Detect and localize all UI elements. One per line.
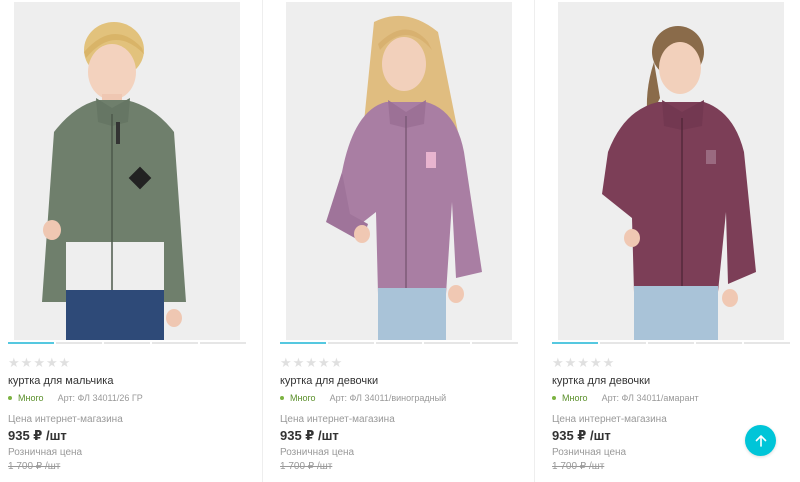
retail-price: 1 700 ₽ /шт [8, 461, 61, 472]
retail-price: 1 700 ₽ /шт [552, 461, 605, 472]
stock-row: Много Арт: ФЛ 34011/амарант [552, 393, 699, 403]
article-number: Арт: ФЛ 34011/26 ГР [57, 393, 143, 403]
card-divider [534, 0, 535, 482]
product-card[interactable]: ★ ★ ★ ★ ★ куртка для мальчика Много Арт:… [0, 0, 262, 482]
retail-price-label: Розничная цена [552, 447, 627, 458]
arrow-up-icon [755, 434, 766, 447]
star-icon[interactable]: ★ [293, 356, 305, 370]
star-icon[interactable]: ★ [21, 356, 33, 370]
price: 935 ₽ /шт [280, 428, 339, 443]
stock-dot-icon [8, 396, 12, 400]
product-title[interactable]: куртка для девочки [280, 375, 378, 387]
image-slider-indicator[interactable] [552, 342, 790, 344]
boy-photo [14, 2, 240, 340]
star-icon[interactable]: ★ [565, 356, 577, 370]
price: 935 ₽ /шт [8, 428, 67, 443]
retail-price: 1 700 ₽ /шт [280, 461, 333, 472]
product-image[interactable] [558, 2, 784, 340]
stock-dot-icon [552, 396, 556, 400]
product-card[interactable]: ★ ★ ★ ★ ★ куртка для девочки Много Арт: … [272, 0, 534, 482]
stock-row: Много Арт: ФЛ 34011/26 ГР [8, 393, 143, 403]
stock-status: Много [290, 393, 316, 403]
card-divider [262, 0, 263, 482]
star-icon[interactable]: ★ [577, 356, 589, 370]
price-label: Цена интернет-магазина [552, 414, 667, 425]
retail-price-label: Розничная цена [280, 447, 355, 458]
article-number: Арт: ФЛ 34011/виноградный [329, 393, 447, 403]
image-slider-indicator[interactable] [8, 342, 246, 344]
star-icon[interactable]: ★ [305, 356, 317, 370]
star-icon[interactable]: ★ [8, 356, 20, 370]
product-grid: ★ ★ ★ ★ ★ куртка для мальчика Много Арт:… [0, 0, 800, 482]
stock-row: Много Арт: ФЛ 34011/виноградный [280, 393, 446, 403]
image-slider-indicator[interactable] [280, 342, 518, 344]
star-icon[interactable]: ★ [59, 356, 71, 370]
retail-price-label: Розничная цена [8, 447, 83, 458]
stock-status: Много [562, 393, 588, 403]
star-icon[interactable]: ★ [552, 356, 564, 370]
star-icon[interactable]: ★ [280, 356, 292, 370]
product-title[interactable]: куртка для девочки [552, 375, 650, 387]
article-number: Арт: ФЛ 34011/амарант [601, 393, 699, 403]
price: 935 ₽ /шт [552, 428, 611, 443]
product-image[interactable] [286, 2, 512, 340]
scroll-to-top-button[interactable] [745, 425, 776, 456]
price-label: Цена интернет-магазина [8, 414, 123, 425]
star-icon[interactable]: ★ [318, 356, 330, 370]
product-image[interactable] [14, 2, 240, 340]
girl-photo [286, 2, 512, 340]
star-icon[interactable]: ★ [33, 356, 45, 370]
star-icon[interactable]: ★ [590, 356, 602, 370]
rating-stars[interactable]: ★ ★ ★ ★ ★ [552, 356, 614, 370]
rating-stars[interactable]: ★ ★ ★ ★ ★ [8, 356, 70, 370]
star-icon[interactable]: ★ [603, 356, 615, 370]
girl-photo [558, 2, 784, 340]
star-icon[interactable]: ★ [331, 356, 343, 370]
stock-status: Много [18, 393, 44, 403]
product-card[interactable]: ★ ★ ★ ★ ★ куртка для девочки Много Арт: … [544, 0, 800, 482]
rating-stars[interactable]: ★ ★ ★ ★ ★ [280, 356, 342, 370]
price-label: Цена интернет-магазина [280, 414, 395, 425]
star-icon[interactable]: ★ [46, 356, 58, 370]
stock-dot-icon [280, 396, 284, 400]
product-title[interactable]: куртка для мальчика [8, 375, 113, 387]
